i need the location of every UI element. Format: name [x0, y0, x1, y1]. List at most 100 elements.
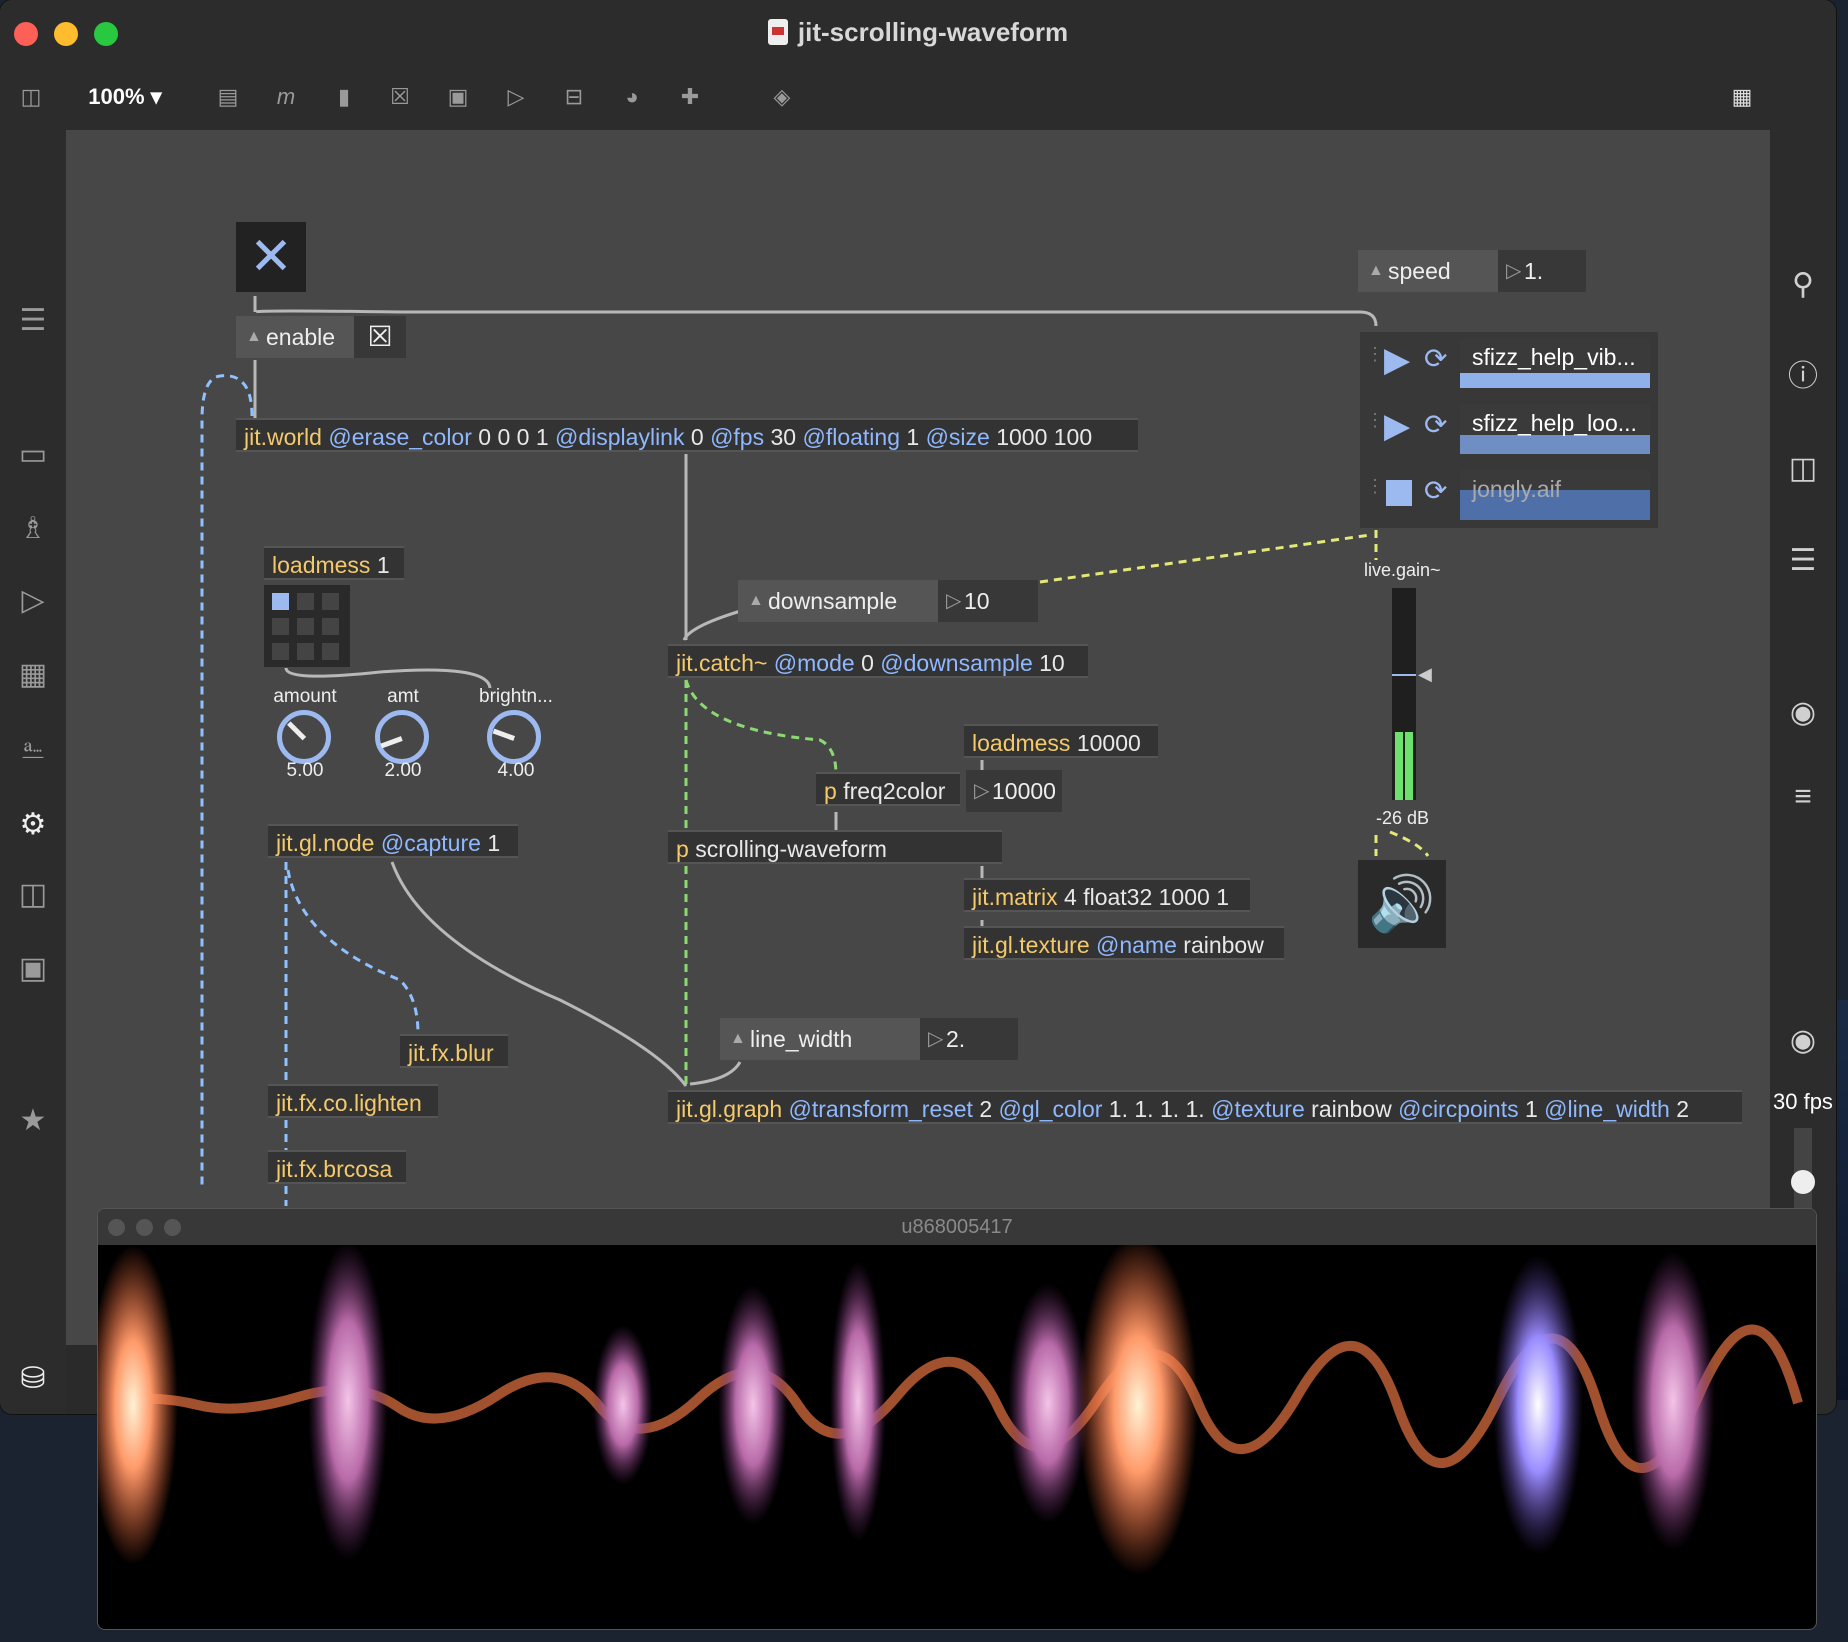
package-icon[interactable]: ◫: [14, 876, 52, 914]
jit-fx-co-lighten-object[interactable]: jit.fx.co.lighten: [268, 1084, 438, 1118]
stop-icon[interactable]: [1386, 480, 1412, 506]
matrix-control[interactable]: [264, 585, 350, 667]
matrix-cell[interactable]: [322, 643, 339, 660]
mixer-icon[interactable]: ≡: [1784, 778, 1822, 816]
freq2color-subpatcher[interactable]: p freq2color: [816, 772, 960, 806]
camera-icon[interactable]: ◉: [1784, 694, 1822, 732]
jit-fx-blur-object[interactable]: jit.fx.blur: [400, 1034, 508, 1068]
slider-object-icon[interactable]: ⊟: [556, 78, 592, 116]
playlist-item[interactable]: ⋮ ⟳ jongly.aif: [1360, 464, 1658, 526]
jit-gl-graph-object[interactable]: jit.gl.graph @transform_reset 2 @gl_colo…: [668, 1090, 1742, 1124]
plug-icon[interactable]: ⚙: [14, 806, 52, 844]
add-object-icon[interactable]: ✚: [672, 78, 708, 116]
jit-catch-object[interactable]: jit.catch~ @mode 0 @downsample 10: [668, 644, 1088, 678]
matrix-cell-active[interactable]: [272, 593, 289, 610]
viewer-zoom-button[interactable]: [164, 1219, 181, 1236]
number-triangle-icon: ▷: [1506, 260, 1522, 282]
jit-gl-texture-object[interactable]: jit.gl.texture @name rainbow: [964, 926, 1284, 960]
matrix-cell[interactable]: [322, 618, 339, 635]
console-icon[interactable]: ☰: [1784, 542, 1822, 580]
menu-icon[interactable]: ☰: [14, 302, 52, 340]
drag-handle-icon[interactable]: ⋮: [1366, 344, 1384, 365]
new-object-icon[interactable]: ▤: [210, 78, 246, 116]
gain-label: live.gain~: [1364, 560, 1441, 580]
loop-icon[interactable]: ⟳: [1424, 408, 1447, 441]
stepper-icon: ▲: [730, 1030, 746, 1047]
enable-toggle[interactable]: ☒: [354, 316, 406, 358]
play-icon[interactable]: ▶: [1384, 406, 1410, 446]
toggle-object-icon[interactable]: ▣: [440, 78, 476, 116]
jit-world-window[interactable]: u868005417: [97, 1208, 1817, 1630]
matrix-cell[interactable]: [297, 643, 314, 660]
loadmess-1-object[interactable]: loadmess 1: [264, 546, 404, 580]
loop-icon[interactable]: ⟳: [1424, 474, 1447, 507]
loop-icon[interactable]: ⟳: [1424, 342, 1447, 375]
play-icon[interactable]: ▶: [1384, 340, 1410, 380]
paint-bucket-icon[interactable]: ◈: [762, 78, 802, 116]
line-width-number[interactable]: ▷ 2.: [920, 1018, 1018, 1060]
paperclip-icon[interactable]: ⎁: [14, 730, 52, 768]
downsample-message[interactable]: ▲ downsample: [738, 580, 938, 622]
playlist[interactable]: ⋮ ▶ ⟳ sfizz_help_vib... ⋮ ▶ ⟳ sfizz_help…: [1360, 332, 1658, 528]
patcher-toolbar: ◫ 100% ▾ ▤ m ▮ ☒ ▣ ▷ ⊟ ◕ ✚ ◈ ▦: [0, 66, 1836, 130]
brightness-dial[interactable]: [487, 710, 541, 764]
toggle-button[interactable]: ✕: [236, 222, 306, 292]
drag-handle-icon[interactable]: ⋮: [1366, 476, 1384, 497]
presentation-icon[interactable]: ▭: [14, 436, 52, 474]
speed-number[interactable]: ▷ 1.: [1498, 250, 1586, 292]
playlist-item[interactable]: ⋮ ▶ ⟳ sfizz_help_loo...: [1360, 398, 1658, 460]
amt-dial[interactable]: [375, 710, 429, 764]
record-icon[interactable]: ◉: [1784, 1022, 1822, 1060]
zoom-menu[interactable]: 100% ▾: [80, 78, 170, 116]
cpu-slider-thumb[interactable]: [1791, 1170, 1815, 1194]
stepper-icon: ▲: [1368, 262, 1384, 279]
downsample-number[interactable]: ▷ 10: [938, 580, 1038, 622]
frame-icon[interactable]: ▣: [14, 950, 52, 988]
jit-fx-brcosa-object[interactable]: jit.fx.brcosa: [268, 1150, 406, 1184]
matrix-cell[interactable]: [297, 618, 314, 635]
lock-icon[interactable]: ⛁: [14, 1360, 52, 1398]
drag-handle-icon[interactable]: ⋮: [1366, 410, 1384, 431]
live-gain-slider[interactable]: ◀: [1392, 588, 1432, 800]
sidebar-toggle-icon[interactable]: ◫: [14, 78, 48, 116]
enable-message[interactable]: ▲ enable: [236, 316, 354, 358]
audio-icon[interactable]: ♗: [14, 510, 52, 548]
viewer-close-button[interactable]: [108, 1219, 125, 1236]
line-width-message[interactable]: ▲ line_width: [720, 1018, 920, 1060]
split-view-icon[interactable]: ◫: [1784, 450, 1822, 488]
scrolling-waveform-subpatcher[interactable]: p scrolling-waveform: [668, 830, 1002, 864]
matrix-cell[interactable]: [272, 643, 289, 660]
playback-object-icon[interactable]: ▷: [498, 78, 534, 116]
waveform-burst: [308, 1245, 388, 1561]
dial-object-icon[interactable]: ◕: [614, 78, 650, 116]
image-icon[interactable]: ▦: [14, 656, 52, 694]
button-object-icon[interactable]: ☒: [382, 78, 418, 116]
jit-matrix-object[interactable]: jit.matrix 4 float32 1000 1: [964, 878, 1250, 912]
max-document-icon: [767, 19, 788, 45]
matrix-cell[interactable]: [272, 618, 289, 635]
number-triangle-icon: ▷: [946, 590, 962, 612]
scrolling-waveform-render: [98, 1245, 1803, 1575]
video-icon[interactable]: ▷: [14, 582, 52, 620]
speed-message[interactable]: ▲ speed: [1358, 250, 1498, 292]
waveform-burst: [1493, 1255, 1583, 1555]
matrix-cell[interactable]: [322, 593, 339, 610]
freq-number[interactable]: ▷ 10000: [966, 770, 1062, 812]
info-icon[interactable]: ⓘ: [1784, 358, 1822, 396]
loadmess-2-object[interactable]: loadmess 10000: [964, 724, 1158, 758]
playlist-item[interactable]: ⋮ ▶ ⟳ sfizz_help_vib...: [1360, 332, 1658, 394]
grid-icon[interactable]: ▦: [1720, 78, 1764, 116]
amount-dial[interactable]: [277, 710, 331, 764]
matrix-cell[interactable]: [297, 593, 314, 610]
new-message-icon[interactable]: m: [268, 78, 304, 116]
star-icon[interactable]: ★: [14, 1102, 52, 1140]
jit-world-object[interactable]: jit.world @erase_color 0 0 0 1 @displayl…: [236, 418, 1138, 452]
search-icon[interactable]: ⚲: [1784, 266, 1822, 304]
jit-gl-node-object[interactable]: jit.gl.node @capture 1: [268, 824, 518, 858]
dial-pointer: [287, 721, 307, 741]
viewer-minimize-button[interactable]: [136, 1219, 153, 1236]
speaker-icon[interactable]: 🔊: [1358, 860, 1446, 948]
gain-thumb-icon[interactable]: ◀: [1418, 664, 1432, 685]
meter-left: [1395, 732, 1403, 800]
comment-icon[interactable]: ▮: [326, 78, 362, 116]
